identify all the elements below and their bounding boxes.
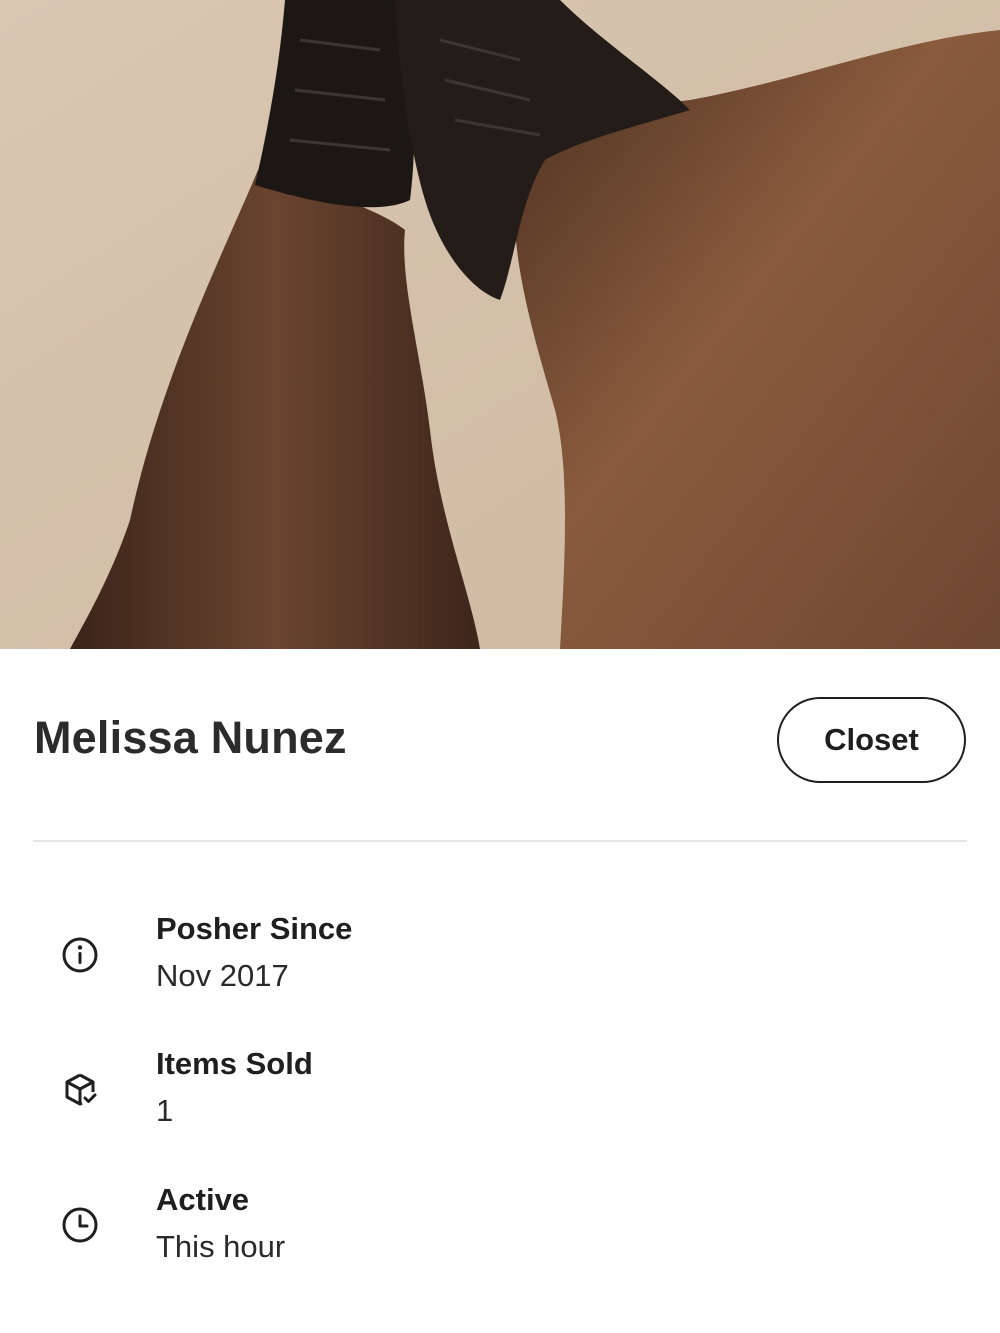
info-label: Items Sold [156, 1046, 313, 1081]
info-label: Posher Since [156, 911, 353, 946]
closet-button[interactable]: Closet [777, 697, 966, 783]
profile-name: Melissa Nunez [34, 712, 347, 763]
info-label: Active [156, 1182, 250, 1217]
box-check-icon [60, 1070, 100, 1110]
list-item-posher-since: Posher Since Nov 2017 [0, 905, 1000, 1005]
info-circle-icon [60, 935, 100, 975]
info-value: 1 [156, 1093, 174, 1128]
list-item-items-sold: Items Sold 1 [0, 1040, 1000, 1140]
info-value: This hour [156, 1229, 286, 1264]
info-value: Nov 2017 [156, 958, 289, 993]
divider [33, 840, 967, 842]
cover-photo [0, 0, 1000, 649]
list-item-active: Active This hour [0, 1176, 1000, 1276]
clock-icon [60, 1205, 100, 1245]
